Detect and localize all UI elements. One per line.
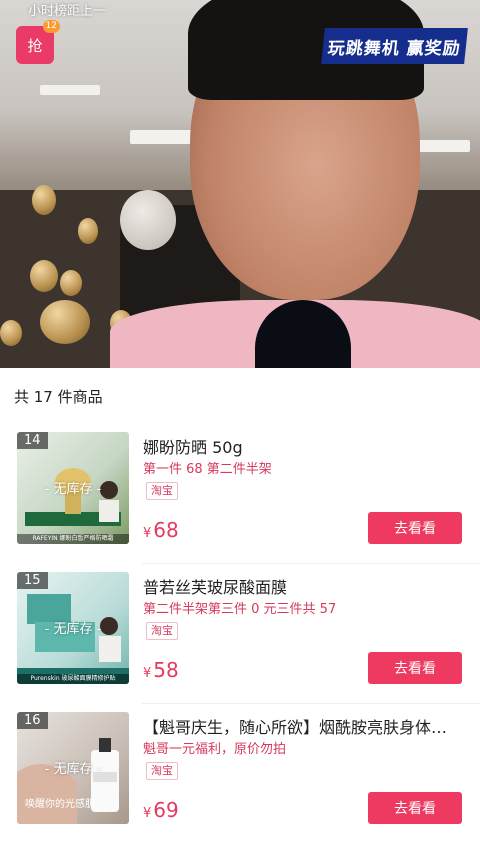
balloon: [78, 218, 98, 244]
product-price: ¥68: [143, 518, 179, 542]
divider: [142, 563, 480, 564]
live-video: 小时榜距上一 抢 12 玩跳舞机 赢奖励: [0, 0, 480, 368]
out-of-stock-label: - 无库存 -: [44, 482, 102, 497]
thumb-caption: 唤醒你的光感肌: [25, 799, 95, 810]
balloon: [0, 320, 22, 346]
ceiling-light: [40, 85, 100, 95]
grab-label: 抢: [27, 36, 43, 55]
product-promo: 第二件半架第三件 0 元三件共 57: [143, 602, 337, 617]
divider: [142, 703, 480, 704]
dance-machine-banner[interactable]: 玩跳舞机 赢奖励: [321, 28, 468, 64]
grab-red-packet-button[interactable]: 抢 12: [16, 20, 60, 64]
product-index: 16: [17, 712, 48, 729]
product-index: 14: [17, 432, 48, 449]
product-promo: 第一件 68 第二件半架: [143, 462, 272, 477]
go-see-button[interactable]: 去看看: [368, 792, 462, 824]
out-of-stock-label: - 无库存 -: [44, 622, 102, 637]
product-thumbnail[interactable]: 15 - 无库存 - Purenskin 玻尿酸面膜精修护贴: [17, 572, 129, 684]
platform-tag: 淘宝: [146, 762, 178, 780]
thumb-caption: Purenskin 玻尿酸面膜精修护贴: [17, 674, 129, 684]
product-title[interactable]: 【魁哥庆生，随心所欲】烟酰胺亮肤身体…: [143, 714, 463, 738]
go-see-button[interactable]: 去看看: [368, 512, 462, 544]
go-see-button[interactable]: 去看看: [368, 652, 462, 684]
product-thumbnail[interactable]: 14 - 无库存 - RAFEYIN 娜盼白皙严格防晒霜: [17, 432, 129, 544]
product-sheet: 共 17 件商品 14 - 无库存 - RAFEYIN 娜盼白皙严格防晒霜 娜盼…: [0, 368, 480, 833]
balloon: [40, 300, 90, 344]
balloon: [32, 185, 56, 215]
currency-symbol: ¥: [143, 666, 152, 681]
balloon: [30, 260, 58, 292]
product-title[interactable]: 娜盼防晒 50g: [143, 434, 463, 458]
balloon: [60, 270, 82, 296]
product-index: 15: [17, 572, 48, 589]
price-value: 69: [153, 798, 179, 822]
product-title[interactable]: 普若丝芙玻尿酸面膜: [143, 574, 463, 598]
hourly-rank-text[interactable]: 小时榜距上一: [28, 0, 106, 19]
product-price: ¥58: [143, 658, 179, 682]
product-price: ¥69: [143, 798, 179, 822]
currency-symbol: ¥: [143, 526, 152, 541]
price-value: 58: [153, 658, 179, 682]
product-item[interactable]: 16 - 无库存 - 唤醒你的光感肌 【魁哥庆生，随心所欲】烟酰胺亮肤身体… 魁…: [0, 712, 480, 852]
currency-symbol: ¥: [143, 806, 152, 821]
product-promo: 魁哥一元福利，原价勿拍: [143, 742, 287, 757]
out-of-stock-label: - 无库存 -: [44, 762, 102, 777]
sheet-title: 共 17 件商品: [14, 388, 103, 406]
thumb-caption: RAFEYIN 娜盼白皙严格防晒霜: [17, 534, 129, 544]
grab-count-badge: 12: [42, 20, 60, 33]
product-thumbnail[interactable]: 16 - 无库存 - 唤醒你的光感肌: [17, 712, 129, 824]
platform-tag: 淘宝: [146, 482, 178, 500]
product-item[interactable]: 15 - 无库存 - Purenskin 玻尿酸面膜精修护贴 普若丝芙玻尿酸面膜…: [0, 572, 480, 712]
product-item[interactable]: 14 - 无库存 - RAFEYIN 娜盼白皙严格防晒霜 娜盼防晒 50g 第一…: [0, 432, 480, 572]
platform-tag: 淘宝: [146, 622, 178, 640]
price-value: 68: [153, 518, 179, 542]
